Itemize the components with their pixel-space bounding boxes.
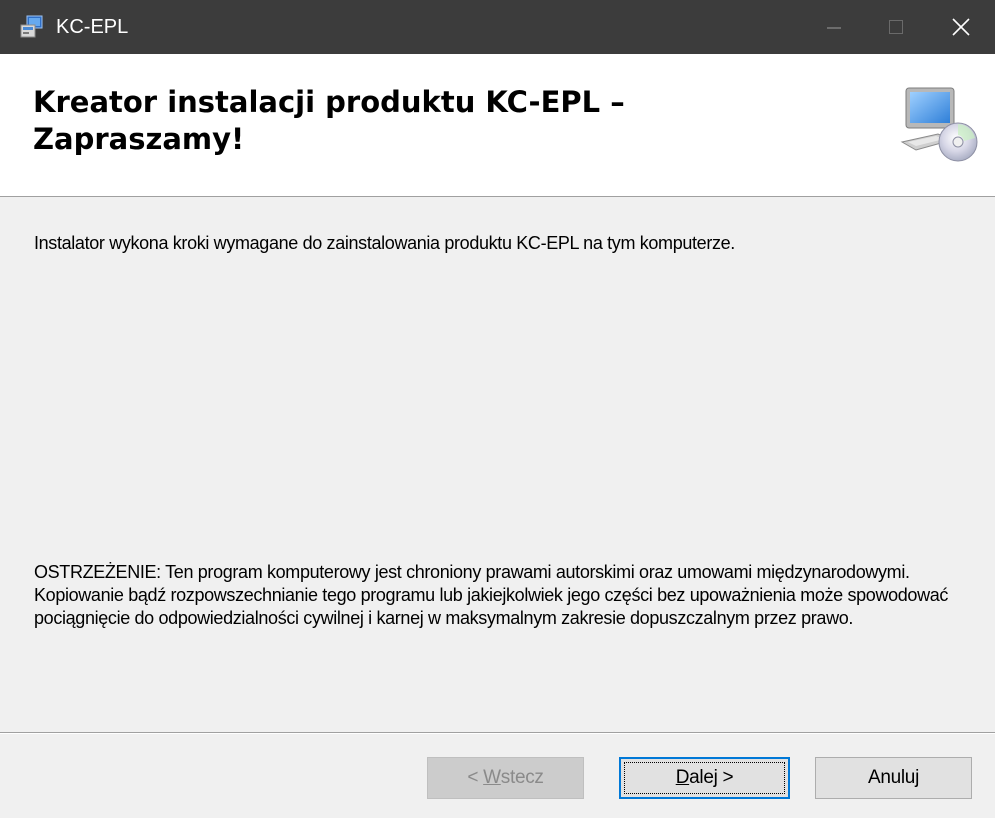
maximize-icon [889, 20, 903, 34]
installer-app-icon [20, 15, 43, 38]
title-bar[interactable]: KC-EPL [0, 0, 995, 54]
maximize-button[interactable] [865, 0, 927, 54]
copyright-warning: OSTRZEŻENIE: Ten program komputerowy jes… [34, 562, 949, 628]
computer-cd-icon [900, 87, 978, 162]
minimize-icon [827, 27, 841, 29]
page-title: Kreator instalacji produktu KC-EPL – Zap… [33, 85, 625, 156]
window-title: KC-EPL [56, 16, 129, 38]
next-button-label: alej > [689, 767, 734, 788]
minimize-button[interactable] [803, 0, 865, 54]
close-icon [952, 18, 970, 36]
next-button[interactable]: Dalej > [619, 757, 790, 799]
wizard-header: Kreator instalacji produktu KC-EPL – Zap… [0, 54, 995, 197]
back-button[interactable]: < Wstecz [427, 757, 584, 799]
wizard-body: Instalator wykona kroki wymagane do zain… [0, 197, 995, 732]
intro-text: Instalator wykona kroki wymagane do zain… [34, 233, 735, 253]
close-button[interactable] [927, 0, 995, 54]
cancel-button-label: Anuluj [867, 767, 920, 788]
back-button-label: stecz [500, 767, 544, 788]
wizard-footer: < Wstecz Dalej > Anuluj [0, 734, 995, 818]
back-button-prefix: < [467, 767, 484, 788]
back-button-accel: W [483, 767, 501, 788]
next-button-accel: D [675, 767, 690, 788]
cancel-button[interactable]: Anuluj [815, 757, 972, 799]
